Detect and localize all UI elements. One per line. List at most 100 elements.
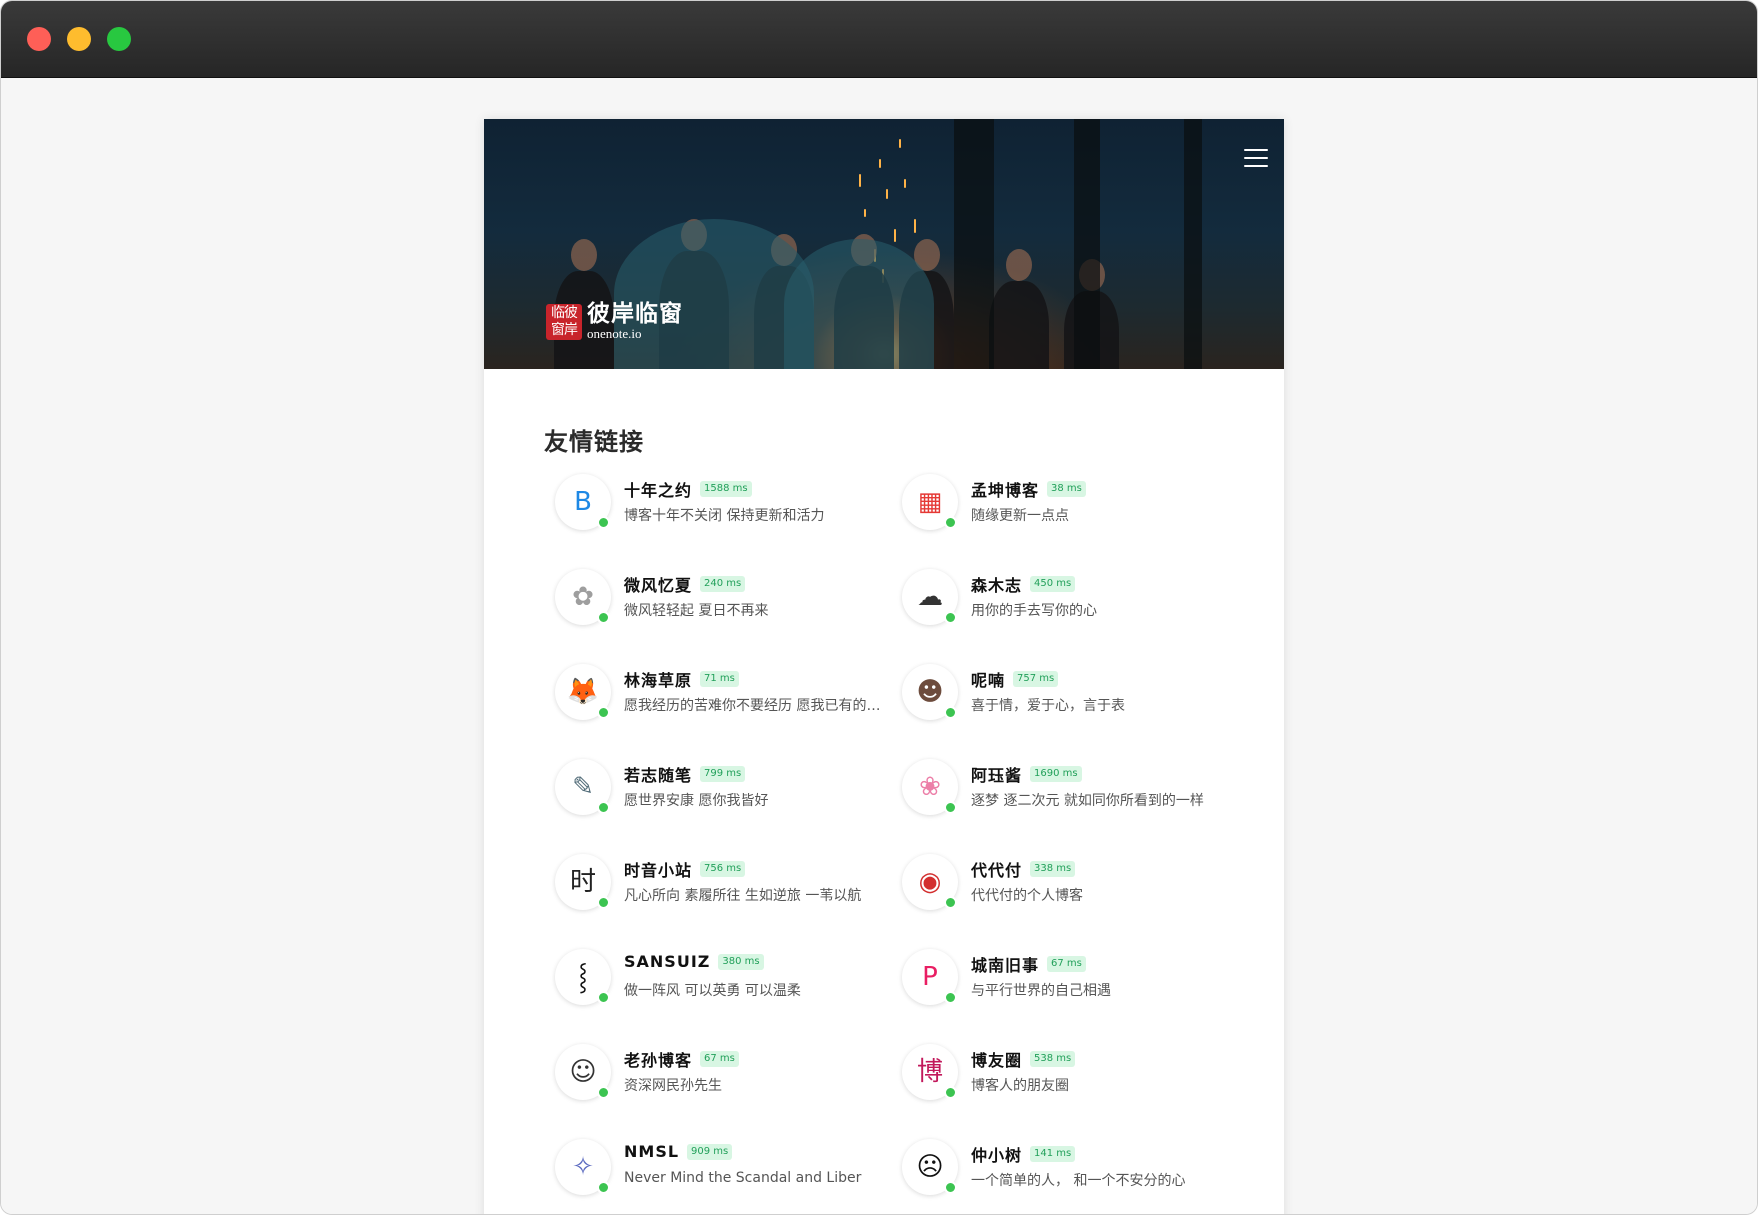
browser-window: 临彼窗岸 彼岸临窗 onenote.io 友情链接 B 十年之约 1588 ms… xyxy=(0,0,1758,1215)
friend-description: 凡心所向 素履所往 生如逆旅 一苇以航 xyxy=(624,888,862,904)
friend-description: 一个简单的人， 和一个不安分的心 xyxy=(971,1173,1186,1189)
minimize-window-button[interactable] xyxy=(67,27,91,51)
tree-trunk xyxy=(1184,119,1202,369)
latency-badge: 67 ms xyxy=(1047,956,1086,972)
friend-name: 十年之约 xyxy=(624,481,693,500)
friend-description: Never Mind the Scandal and Liber xyxy=(624,1170,862,1186)
online-status-dot xyxy=(944,991,957,1004)
friend-name: NMSL xyxy=(624,1142,680,1161)
landscape-sketch-icon: ☁ xyxy=(917,582,943,612)
friend-name: 老孙博客 xyxy=(624,1051,693,1070)
window-titlebar xyxy=(1,1,1757,78)
blue-anime-girl-icon: ✧ xyxy=(572,1152,594,1182)
latency-badge: 756 ms xyxy=(700,861,746,877)
friend-description: 微风轻轻起 夏日不再来 xyxy=(624,603,769,619)
friend-link-item[interactable]: 🦊 林海草原 71 ms 愿我经历的苦难你不要经历 愿我已有的幸福你触手可及 xyxy=(555,664,895,734)
four-squares-icon: ▦ xyxy=(917,487,943,517)
friend-description: 愿我经历的苦难你不要经历 愿我已有的幸福你触手可及 xyxy=(624,698,884,714)
doodle-face-icon: ☹ xyxy=(916,1152,944,1182)
site-logo[interactable]: 临彼窗岸 彼岸临窗 onenote.io xyxy=(546,302,683,341)
friend-link-item[interactable]: ⸾ SANSUIZ 380 ms 做一阵风 可以英勇 可以温柔 xyxy=(555,949,895,1019)
person-silhouette xyxy=(989,281,1049,369)
friend-description: 与平行世界的自己相遇 xyxy=(971,983,1111,999)
latency-badge: 909 ms xyxy=(687,1143,733,1160)
friend-link-item[interactable]: ◉ 代代付 338 ms 代代付的个人博客 xyxy=(902,854,1242,924)
latency-badge: 38 ms xyxy=(1047,481,1086,497)
latency-badge: 240 ms xyxy=(700,576,746,592)
person-head xyxy=(571,239,597,271)
bo-character-icon: 博 xyxy=(916,1057,943,1087)
logo-seal: 临彼窗岸 xyxy=(546,303,582,340)
online-status-dot xyxy=(597,1181,610,1194)
anime-girl-sketch-icon: ✿ xyxy=(572,582,594,612)
friend-name: 博友圈 xyxy=(971,1051,1023,1070)
friend-description: 博客人的朋友圈 xyxy=(971,1078,1069,1094)
fire-spark xyxy=(859,174,861,187)
friend-link-item[interactable]: ❀ 阿珏酱 1690 ms 逐梦 逐二次元 就如同你所看到的一样 xyxy=(902,759,1242,829)
friend-link-item[interactable]: P 城南旧事 67 ms 与平行世界的自己相遇 xyxy=(902,949,1242,1019)
letter-p-icon: P xyxy=(922,962,938,992)
friend-name: 代代付 xyxy=(971,861,1023,880)
fire-spark xyxy=(904,179,906,188)
content-card: 临彼窗岸 彼岸临窗 onenote.io 友情链接 B 十年之约 1588 ms… xyxy=(484,119,1284,1214)
maximize-window-button[interactable] xyxy=(107,27,131,51)
friend-name: 若志随笔 xyxy=(624,766,693,785)
friend-name: 阿珏酱 xyxy=(971,766,1023,785)
latency-badge: 1690 ms xyxy=(1030,766,1082,782)
friend-link-item[interactable]: ☹ 仲小树 141 ms 一个简单的人， 和一个不安分的心 xyxy=(902,1139,1242,1209)
friend-name: 孟坤博客 xyxy=(971,481,1040,500)
friend-link-item[interactable]: 时 时音小站 756 ms 凡心所向 素履所往 生如逆旅 一苇以航 xyxy=(555,854,895,924)
online-status-dot xyxy=(944,1086,957,1099)
latency-badge: 1588 ms xyxy=(700,481,752,497)
online-status-dot xyxy=(597,516,610,529)
fire-spark xyxy=(864,209,866,217)
line-art-icon: ✎ xyxy=(572,772,594,802)
friend-link-item[interactable]: ☁ 森木志 450 ms 用你的手去写你的心 xyxy=(902,569,1242,639)
friend-name: 呢喃 xyxy=(971,671,1006,690)
brush-stroke-icon: ⸾ xyxy=(578,962,588,992)
online-status-dot xyxy=(597,801,610,814)
latency-badge: 757 ms xyxy=(1013,671,1059,687)
tent xyxy=(614,219,814,369)
latency-badge: 538 ms xyxy=(1030,1051,1076,1067)
close-window-button[interactable] xyxy=(27,27,51,51)
hamburger-menu-icon[interactable] xyxy=(1244,149,1268,167)
tree-trunk xyxy=(954,119,994,369)
friend-link-item[interactable]: ✿ 微风忆夏 240 ms 微风轻轻起 夏日不再来 xyxy=(555,569,895,639)
latency-badge: 71 ms xyxy=(700,671,739,687)
blog-b-icon: B xyxy=(574,487,592,517)
friend-description: 资深网民孙先生 xyxy=(624,1078,722,1094)
friend-description: 代代付的个人博客 xyxy=(971,888,1083,904)
friend-link-item[interactable]: ▦ 孟坤博客 38 ms 随缘更新一点点 xyxy=(902,474,1242,544)
latency-badge: 380 ms xyxy=(718,953,764,970)
online-status-dot xyxy=(944,516,957,529)
header-banner: 临彼窗岸 彼岸临窗 onenote.io xyxy=(484,119,1284,369)
fire-spark xyxy=(894,229,896,242)
friend-description: 喜于情，爱于心，言于表 xyxy=(971,698,1125,714)
fire-spark xyxy=(899,139,901,148)
friend-description: 逐梦 逐二次元 就如同你所看到的一样 xyxy=(971,793,1204,809)
tree-trunk xyxy=(1074,119,1100,369)
friend-name: 森木志 xyxy=(971,576,1023,595)
person-head xyxy=(1006,249,1032,281)
latency-badge: 450 ms xyxy=(1030,576,1076,592)
friend-link-item[interactable]: B 十年之约 1588 ms 博客十年不关闭 保持更新和活力 xyxy=(555,474,895,544)
page-viewport: 临彼窗岸 彼岸临窗 onenote.io 友情链接 B 十年之约 1588 ms… xyxy=(1,78,1757,1214)
online-status-dot xyxy=(944,896,957,909)
cartoon-boy-icon: ☺ xyxy=(569,1057,597,1087)
friend-link-item[interactable]: ✧ NMSL 909 ms Never Mind the Scandal and… xyxy=(555,1139,895,1209)
friend-link-item[interactable]: ☻ 呢喃 757 ms 喜于情，爱于心，言于表 xyxy=(902,664,1242,734)
friend-link-item[interactable]: ✎ 若志随笔 799 ms 愿世界安康 愿你我皆好 xyxy=(555,759,895,829)
friend-name: SANSUIZ xyxy=(624,952,711,971)
friend-link-item[interactable]: ☺ 老孙博客 67 ms 资深网民孙先生 xyxy=(555,1044,895,1114)
friend-description: 博客十年不关闭 保持更新和活力 xyxy=(624,508,825,524)
site-domain: onenote.io xyxy=(587,326,642,341)
online-status-dot xyxy=(597,706,610,719)
friend-link-item[interactable]: 博 博友圈 538 ms 博客人的朋友圈 xyxy=(902,1044,1242,1114)
site-name: 彼岸临窗 xyxy=(587,300,683,327)
friend-name: 微风忆夏 xyxy=(624,576,693,595)
online-status-dot xyxy=(944,611,957,624)
fire-spark xyxy=(879,159,881,168)
latency-badge: 67 ms xyxy=(700,1051,739,1067)
portrait-photo-icon: ☻ xyxy=(916,677,944,707)
